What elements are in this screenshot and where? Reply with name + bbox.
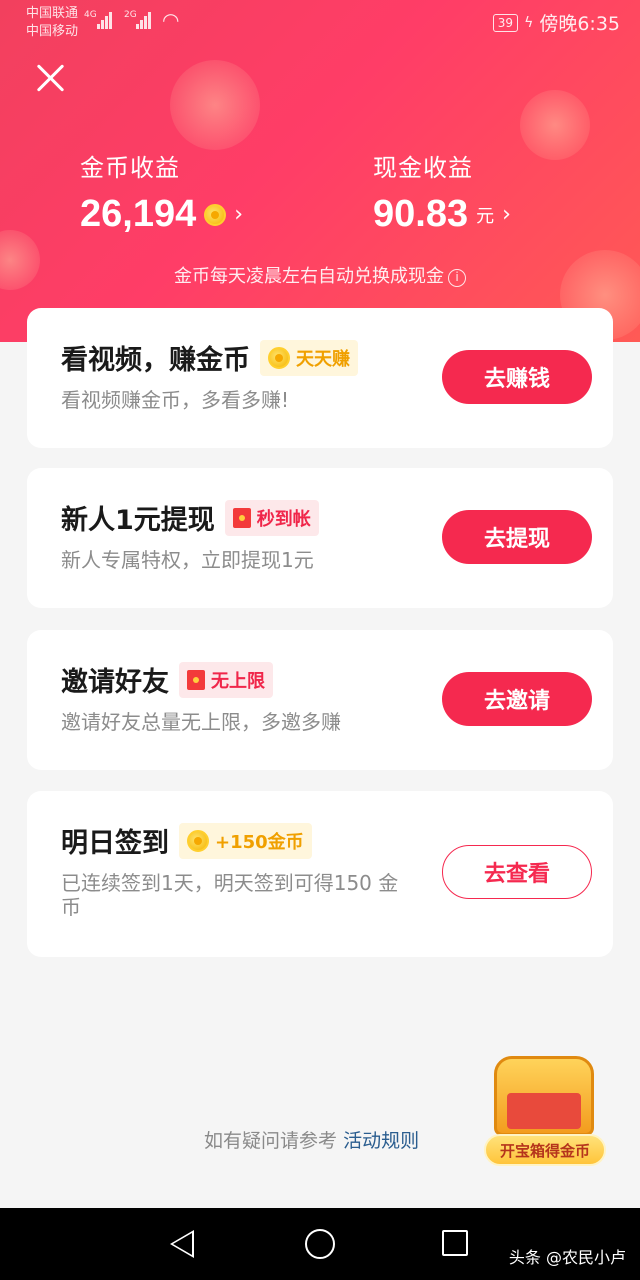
watermark: 头条 @农民小卢 (508, 1248, 626, 1267)
task-title-text: 邀请好友 (61, 667, 169, 698)
treasure-chest-icon (494, 1056, 594, 1136)
coin-icon (268, 346, 290, 369)
task-title-text: 明日签到 (61, 828, 169, 859)
network-type-1: 4G (84, 10, 97, 20)
withdraw-button[interactable]: 去提现 (442, 510, 592, 564)
wifi-icon: ◠ (162, 8, 180, 32)
task-card-new-user-withdraw: 新人1元提现 秒到帐 新人专属特权，立即提现1元 去提现 (27, 468, 613, 608)
red-packet-icon (187, 669, 205, 690)
cash-unit: 元 (476, 205, 495, 227)
task-tag: 秒到帐 (224, 499, 319, 536)
task-tag-text: 天天赚 (296, 348, 350, 370)
earn-money-button[interactable]: 去赚钱 (442, 350, 592, 404)
task-title-text: 新人1元提现 (61, 505, 215, 536)
exchange-tip-text: 金币每天凌晨左右自动兑换成现金 (174, 266, 444, 287)
task-desc: 邀请好友总量无上限，多邀多赚 (61, 710, 341, 734)
coin-icon (187, 829, 209, 852)
treasure-chest-button[interactable]: 开宝箱得金币 (478, 1052, 610, 1168)
battery-icon: 39 (492, 13, 519, 32)
task-card-watch-video: 看视频，赚金币 天天赚 看视频赚金币，多看多赚! 去赚钱 (27, 308, 613, 448)
view-button[interactable]: 去查看 (442, 845, 592, 899)
task-tag: +150金币 (179, 822, 312, 859)
cash-earnings[interactable]: 现金收益 90.83 元 › (373, 148, 511, 236)
coin-earnings-value: 26,194 (80, 193, 197, 235)
task-desc: 看视频赚金币，多看多赚! (61, 388, 290, 412)
chevron-right-icon: › (502, 202, 511, 227)
carrier-info: 中国联通 中国移动 (26, 5, 78, 41)
task-title: 新人1元提现 秒到帐 (61, 498, 319, 537)
rules-link[interactable]: 活动规则 (343, 1130, 419, 1152)
invite-button[interactable]: 去邀请 (442, 672, 592, 726)
status-bar: 中国联通 中国移动 4G 2G ◠ 39 ϟ 傍晚6:35 (0, 0, 640, 44)
clock: 傍晚6:35 (539, 13, 620, 35)
carrier-2: 中国移动 (26, 24, 79, 39)
task-card-invite: 邀请好友 无上限 邀请好友总量无上限，多邀多赚 去邀请 (27, 630, 613, 770)
cash-earnings-label: 现金收益 (373, 154, 473, 182)
red-packet-icon (232, 507, 251, 528)
coin-icon (204, 203, 227, 226)
signal-icon (97, 12, 113, 29)
close-icon[interactable] (30, 58, 70, 98)
info-icon[interactable]: i (448, 269, 466, 287)
task-title: 邀请好友 无上限 (61, 660, 273, 699)
chevron-right-icon: › (234, 202, 244, 227)
header-banner: 中国联通 中国移动 4G 2G ◠ 39 ϟ 傍晚6:35 金币收益 26,19… (0, 0, 640, 342)
exchange-tip: 金币每天凌晨左右自动兑换成现金 i (0, 262, 640, 288)
task-title: 看视频，赚金币 天天赚 (61, 338, 358, 377)
task-desc: 新人专属特权，立即提现1元 (61, 548, 314, 572)
task-tag: 天天赚 (260, 339, 358, 376)
home-icon[interactable] (305, 1229, 335, 1259)
signal-icon-2 (136, 12, 152, 29)
task-desc: 已连续签到1天，明天签到可得150 金币 (61, 871, 399, 919)
treasure-chest-label: 开宝箱得金币 (484, 1134, 606, 1166)
help-note-text: 如有疑问请参考 (204, 1130, 338, 1152)
recent-apps-icon[interactable] (442, 1230, 468, 1256)
status-right: 39 ϟ 傍晚6:35 (492, 9, 620, 36)
back-icon[interactable] (170, 1230, 194, 1258)
task-tag-text: 无上限 (211, 670, 265, 692)
charging-icon: ϟ (524, 14, 534, 31)
task-title: 明日签到 +150金币 (61, 821, 312, 860)
cash-earnings-value: 90.83 (373, 193, 469, 235)
task-tag-text: +150金币 (215, 831, 304, 853)
coin-earnings-label: 金币收益 (80, 154, 180, 182)
task-card-sign-in: 明日签到 +150金币 已连续签到1天，明天签到可得150 金币 去查看 (27, 791, 613, 957)
task-tag: 无上限 (179, 661, 273, 698)
task-title-text: 看视频，赚金币 (61, 345, 250, 376)
coin-earnings[interactable]: 金币收益 26,194 › (80, 148, 243, 236)
network-type-2: 2G (124, 10, 137, 20)
help-note: 如有疑问请参考 活动规则 (204, 1126, 419, 1153)
task-tag-text: 秒到帐 (256, 508, 311, 530)
carrier-1: 中国联通 (26, 6, 79, 21)
